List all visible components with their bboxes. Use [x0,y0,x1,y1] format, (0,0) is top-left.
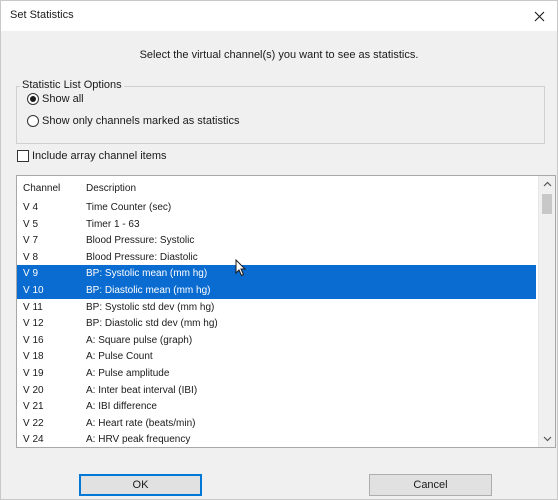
chevron-down-icon [543,436,551,442]
title-bar: Set Statistics [1,1,557,31]
channel-cell: V 10 [23,284,44,296]
statistic-list-options-group: Statistic List Options Show all Show onl… [16,79,545,144]
include-array-checkbox[interactable] [17,150,29,162]
channel-cell: V 19 [23,367,44,379]
description-cell: BP: Systolic mean (mm hg) [86,268,208,280]
chevron-up-icon [543,181,551,187]
list-item[interactable]: V 11 BP: Systolic std dev (mm hg) [17,299,536,316]
list-item[interactable]: V 8 Blood Pressure: Diastolic [17,249,536,266]
list-item[interactable]: V 24 A: HRV peak frequency [17,431,536,447]
show-marked-label: Show only channels marked as statistics [42,115,240,127]
list-item[interactable]: V 20 A: Inter beat interval (IBI) [17,382,536,399]
channel-cell: V 8 [23,251,39,263]
description-cell: A: Pulse amplitude [86,367,170,379]
description-cell: A: IBI difference [86,401,157,413]
show-marked-radio-row[interactable]: Show only channels marked as statistics [27,115,239,127]
group-label: Statistic List Options [20,79,124,91]
channel-cell: V 5 [23,218,39,230]
channel-cell: V 16 [23,334,44,346]
description-cell: A: HRV peak frequency [86,434,191,446]
cancel-button[interactable]: Cancel [369,474,492,496]
scroll-down-button[interactable] [539,431,555,447]
list-item[interactable]: V 7 Blood Pressure: Systolic [17,232,536,249]
list-item[interactable]: V 16 A: Square pulse (graph) [17,332,536,349]
list-item[interactable]: V 10 BP: Diastolic mean (mm hg) [17,281,536,299]
close-button[interactable] [525,3,553,29]
scroll-up-button[interactable] [539,176,555,192]
channel-cell: V 24 [23,434,44,446]
channel-cell: V 4 [23,202,39,213]
show-all-label: Show all [42,93,84,105]
mouse-cursor-icon [235,259,247,277]
list-item[interactable]: V 5 Timer 1 - 63 [17,216,536,233]
list-item[interactable]: V 12 BP: Diastolic std dev (mm hg) [17,315,536,332]
description-cell: BP: Systolic std dev (mm hg) [86,301,215,313]
scrollbar-thumb[interactable] [542,194,552,214]
list-header: Channel Description [17,176,536,198]
list-rows: V 4 Time Counter (sec) V 5 Timer 1 - 63 V 7 B… [17,199,536,447]
show-all-radio-row[interactable]: Show all [27,93,84,105]
description-cell: A: Square pulse (graph) [86,334,193,346]
list-item[interactable]: V 9 BP: Systolic mean (mm hg) [17,265,536,282]
description-cell: BP: Diastolic std dev (mm hg) [86,318,218,330]
vertical-scrollbar[interactable] [538,176,555,447]
channel-cell: V 20 [23,384,44,396]
column-header-description[interactable]: Description [86,183,136,194]
channel-cell: V 9 [23,268,39,280]
list-item[interactable]: V 22 A: Heart rate (beats/min) [17,415,536,432]
set-statistics-dialog: Set Statistics Select the virtual channe… [0,0,558,500]
column-header-channel[interactable]: Channel [23,183,60,194]
ok-button[interactable]: OK [79,474,202,496]
channel-cell: V 11 [23,301,43,313]
channel-cell: V 7 [23,235,39,247]
description-cell: A: Heart rate (beats/min) [86,417,196,429]
close-icon [534,11,544,21]
description-cell: BP: Diastolic mean (mm hg) [86,284,211,296]
instruction-text: Select the virtual channel(s) you want t… [139,49,419,61]
show-marked-radio[interactable] [27,115,39,127]
include-array-checkbox-row[interactable]: Include array channel items [17,150,167,162]
description-cell: A: Pulse Count [86,351,153,363]
channel-cell: V 21 [23,401,44,413]
channel-cell: V 18 [23,351,44,363]
description-cell: A: Inter beat interval (IBI) [86,384,198,396]
description-cell: Timer 1 - 63 [86,218,140,230]
list-item[interactable]: V 19 A: Pulse amplitude [17,365,536,382]
channel-cell: V 22 [23,417,44,429]
list-item[interactable]: V 18 A: Pulse Count [17,348,536,365]
dialog-body: Select the virtual channel(s) you want t… [1,31,557,499]
channel-cell: V 12 [23,318,44,330]
show-all-radio[interactable] [27,93,39,105]
list-item[interactable]: V 4 Time Counter (sec) [17,199,536,216]
channel-list[interactable]: Channel Description V 4 Time Counter (sec… [16,175,556,448]
list-item[interactable]: V 21 A: IBI difference [17,398,536,415]
description-cell: Time Counter (sec) [86,202,172,213]
dialog-title: Set Statistics [10,9,74,21]
description-cell: Blood Pressure: Diastolic [86,251,198,263]
description-cell: Blood Pressure: Systolic [86,235,195,247]
include-array-label: Include array channel items [32,150,167,162]
